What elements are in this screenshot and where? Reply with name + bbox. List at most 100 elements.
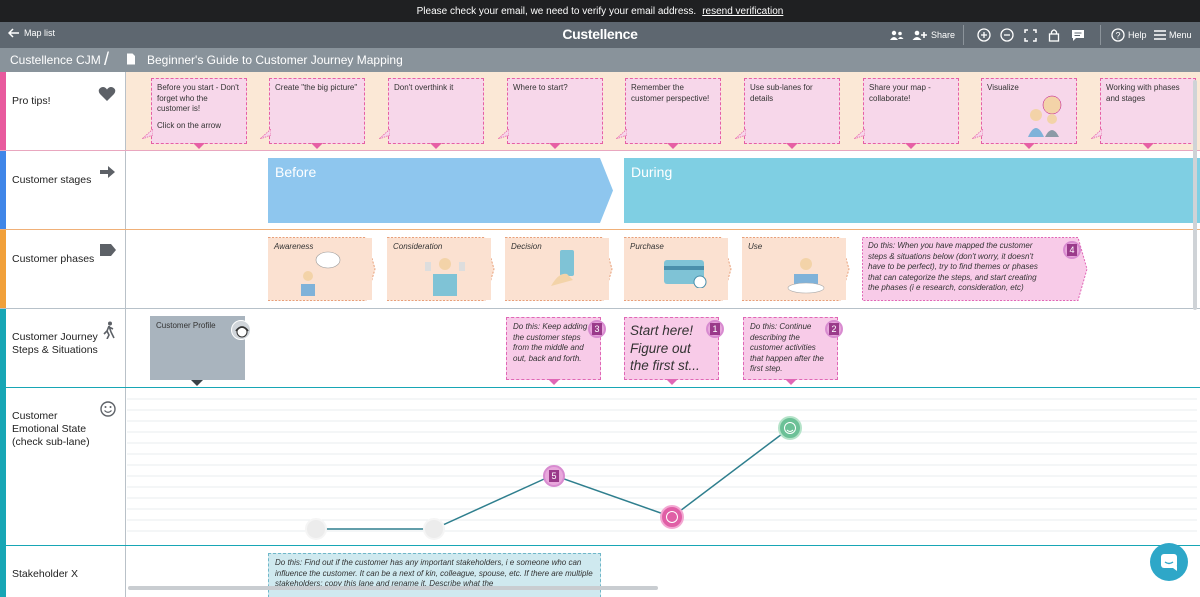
fullscreen-button[interactable] (1024, 26, 1037, 44)
toolbar-divider (963, 25, 964, 45)
tip-text: Before you start - Don't forget who the … (157, 83, 240, 113)
card-pointer (549, 143, 561, 149)
lane-title: Customer stages (12, 174, 92, 186)
stage-card-before[interactable]: Before (268, 158, 598, 222)
lane-label-stakeholder[interactable]: Stakeholder X (0, 546, 126, 597)
tip-text: Use sub-lanes for details (750, 83, 813, 103)
arrow-right-icon (100, 166, 115, 178)
step-instruction-note[interactable]: Do this: Keep adding the customer steps … (506, 317, 601, 385)
tip-text: Visualize (987, 83, 1019, 92)
tip-text: Create "the big picture" (275, 83, 358, 92)
stage-card-during[interactable]: During (624, 158, 1184, 222)
resend-verification-link[interactable]: resend verification (702, 6, 783, 17)
tip-text: Where to start? (513, 83, 568, 92)
speech-tail (142, 129, 153, 139)
vertical-scrollbar[interactable] (1193, 80, 1197, 310)
tip-text: Remember the customer perspective! (631, 83, 710, 103)
app-root: Please check your email, we need to veri… (0, 0, 1200, 597)
emotion-curve (127, 398, 1197, 540)
menu-button[interactable]: Menu (1154, 26, 1192, 44)
badge-number: 2 (829, 323, 839, 335)
tip-card[interactable]: Before you start - Don't forget who the … (142, 78, 247, 149)
card-pointer (666, 379, 678, 385)
zoom-in-button[interactable] (977, 26, 991, 44)
lane-color-bar (0, 230, 6, 308)
help-label: Help (1128, 30, 1147, 40)
phase-label: Purchase (630, 242, 664, 251)
chat-launcher-button[interactable] (1150, 543, 1188, 581)
breadcrumb-separator: / (104, 49, 110, 69)
phase-label: Use (748, 242, 763, 251)
top-toolbar: Map list Custellence Share ? Help Menu (0, 22, 1200, 48)
phase-instruction-note[interactable]: Do this: When you have mapped the custom… (862, 237, 1078, 301)
emotion-marker-badge[interactable]: 5 (543, 465, 565, 487)
step-instruction-note[interactable]: Do this: Continue describing the custome… (743, 317, 838, 385)
lock-icon (1048, 29, 1060, 42)
tip-card[interactable]: Visualize (972, 78, 1077, 149)
tip-text: Share your map - collaborate! (869, 83, 931, 103)
breadcrumb-map-title[interactable]: Beginner's Guide to Customer Journey Map… (147, 53, 403, 67)
tip-card[interactable]: Don't overthink it (379, 78, 484, 149)
card-pointer (785, 379, 797, 385)
speech-tail (260, 129, 271, 139)
arrow-left-icon (8, 28, 19, 38)
lane-label-phases[interactable]: Customer phases (0, 230, 126, 308)
note-text: Do this: When you have mapped the custom… (868, 241, 1038, 292)
lock-button[interactable] (1048, 26, 1060, 44)
people-illustration-icon (1028, 95, 1062, 137)
phase-card[interactable]: Use (742, 238, 846, 300)
tip-card[interactable]: Remember the customer perspective! (616, 78, 721, 149)
tip-card[interactable]: Use sub-lanes for details (735, 78, 840, 149)
start-here-card[interactable]: Start here! Figure out the first st... (624, 317, 719, 385)
note-text: Do this: Continue describing the custome… (750, 322, 824, 373)
phase-card[interactable]: Awareness (268, 238, 372, 300)
phone-illustration-icon (551, 250, 574, 286)
breadcrumb-workspace[interactable]: Custellence CJM (10, 53, 101, 67)
lane-emotional-state: Customer Emotional State (check sub-lane… (0, 388, 1200, 546)
badge-number: 5 (549, 470, 559, 482)
zoom-out-button[interactable] (1000, 26, 1014, 44)
tip-card[interactable]: Share your map - collaborate! (854, 78, 959, 149)
card-pointer (786, 143, 798, 149)
speech-tail (735, 129, 746, 139)
lane-label-pro-tips[interactable]: Pro tips! (0, 72, 126, 150)
verify-email-notice: Please check your email, we need to veri… (0, 0, 1200, 22)
help-button[interactable]: ? Help (1111, 26, 1147, 44)
tip-card[interactable]: Where to start? (498, 78, 603, 149)
document-icon (127, 53, 135, 65)
brand-logo: Custellence (562, 26, 638, 42)
phase-card[interactable]: Purchase (624, 238, 728, 300)
speech-tail (972, 129, 983, 139)
lane-customer-phases: Customer phases Awareness Consideration … (0, 230, 1200, 309)
speech-tail (379, 129, 390, 139)
lane-journey-steps: Customer Journey Steps & Situations Cust… (0, 309, 1200, 388)
toolbar-divider (1100, 25, 1101, 45)
collaborators-button[interactable] (890, 26, 904, 44)
lane-color-bar (0, 309, 6, 387)
speech-tail (854, 129, 865, 139)
phase-card[interactable]: Decision (505, 238, 609, 300)
map-list-label: Map list (24, 28, 56, 38)
tip-card[interactable]: Create "the big picture" (260, 78, 365, 149)
stakeholder-instruction-note[interactable]: Do this: Find out if the customer has an… (268, 553, 601, 597)
lane-title: Customer phases (12, 253, 95, 265)
phase-card[interactable]: Consideration (387, 238, 491, 300)
tag-icon (100, 244, 116, 256)
step-number-badge: 1 (706, 320, 724, 338)
zoom-out-icon (1000, 28, 1014, 42)
chat-icon (1161, 554, 1177, 571)
start-text: Start here! Figure out the first st... (630, 323, 700, 373)
notice-text: Please check your email, we need to veri… (416, 5, 697, 17)
map-list-button[interactable]: Map list (8, 28, 55, 38)
tip-card[interactable]: Working with phases and stages (1091, 78, 1196, 149)
horizontal-scrollbar[interactable] (128, 586, 658, 590)
card-pointer (667, 143, 679, 149)
walking-person-icon (103, 321, 115, 339)
tip-text-secondary: Click on the arrow (157, 120, 222, 130)
lane-label-emotion[interactable]: Customer Emotional State (check sub-lane… (0, 388, 126, 545)
badge-number: 4 (1067, 244, 1077, 256)
comments-button[interactable] (1071, 26, 1085, 44)
lane-label-steps[interactable]: Customer Journey Steps & Situations (0, 309, 126, 387)
share-button[interactable]: Share (912, 26, 955, 44)
lane-label-stages[interactable]: Customer stages (0, 151, 126, 229)
